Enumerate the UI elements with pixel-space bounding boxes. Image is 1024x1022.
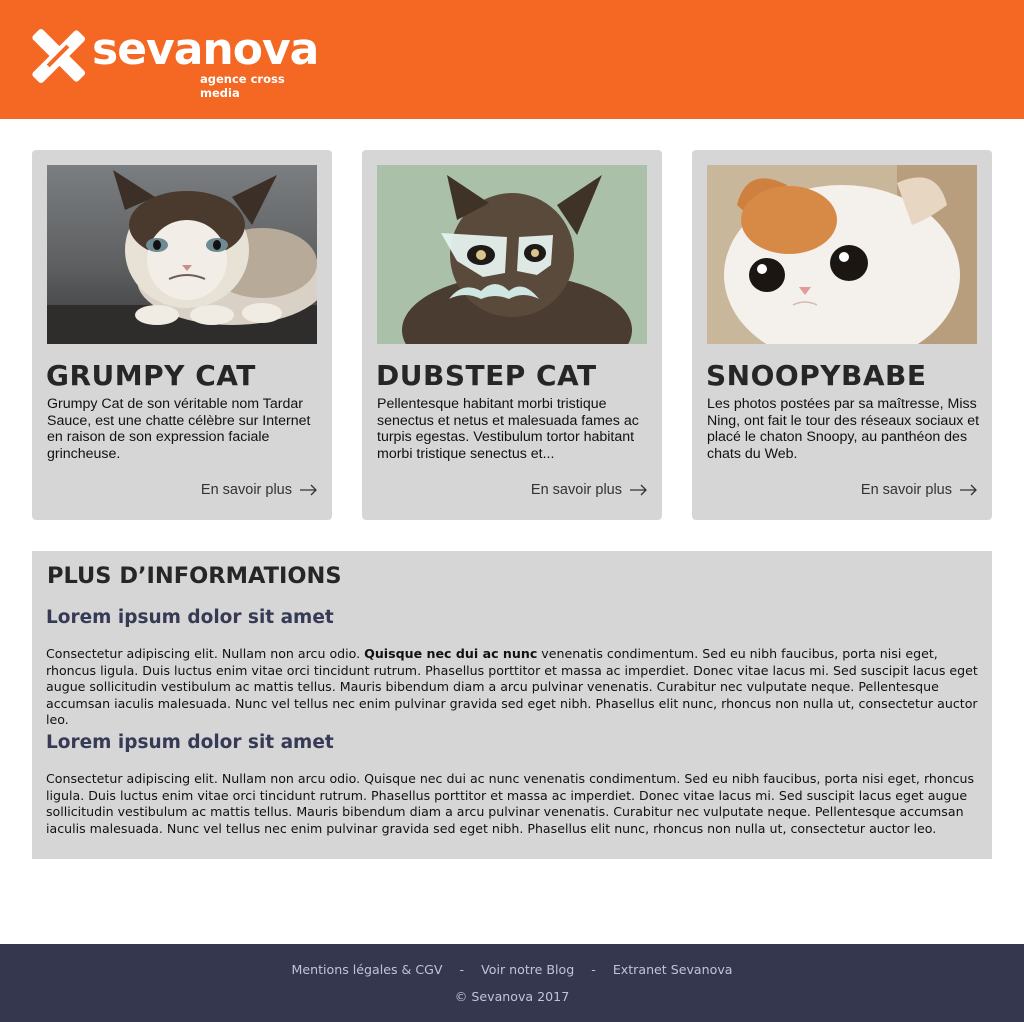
logo-x-icon xyxy=(32,28,86,84)
legal-link[interactable]: Mentions légales & CGV xyxy=(291,962,442,977)
section-subheading: Lorem ipsum dolor sit amet xyxy=(46,732,334,753)
footer-separator: - xyxy=(591,962,596,977)
dubstep-cat-photo xyxy=(377,165,647,344)
copyright: © Sevanova 2017 xyxy=(454,989,570,1004)
footer-links: Mentions légales & CGV - Voir notre Blog… xyxy=(0,961,1024,979)
section-paragraph: Consectetur adipiscing elit. Nullam non … xyxy=(46,771,975,836)
blog-link[interactable]: Voir notre Blog xyxy=(481,962,574,977)
site-header: sevanova agence cross media xyxy=(0,0,1024,119)
section-subheading: Lorem ipsum dolor sit amet xyxy=(46,607,334,628)
brand-name: sevanova xyxy=(92,24,319,75)
card-grumpy-cat: GRUMPY CAT Grumpy Cat de son véritable n… xyxy=(32,150,332,520)
card-text: Les photos postées par sa maîtresse, Mis… xyxy=(707,396,980,462)
footer-separator: - xyxy=(459,962,465,977)
snoopybabe-photo xyxy=(707,165,977,344)
site-footer: Mentions légales & CGV - Voir notre Blog… xyxy=(0,944,1024,1022)
read-more-label: En savoir plus xyxy=(530,482,622,498)
paragraph-text: Consectetur adipiscing elit. Nullam non … xyxy=(46,646,365,661)
arrow-right-icon xyxy=(630,484,647,496)
section-title: PLUS D’INFORMATIONS xyxy=(47,563,342,589)
read-more-link[interactable]: En savoir plus xyxy=(201,480,318,500)
read-more-link[interactable]: En savoir plus xyxy=(861,480,978,500)
read-more-label: En savoir plus xyxy=(860,482,952,498)
card-text: Grumpy Cat de son véritable nom Tardar S… xyxy=(47,396,311,462)
card-dubstep-cat: DUBSTEP CAT Pellentesque habitant morbi … xyxy=(362,150,662,520)
brand-logo[interactable]: sevanova agence cross media xyxy=(30,24,320,100)
more-info-section: PLUS D’INFORMATIONS Lorem ipsum dolor si… xyxy=(32,551,992,859)
extranet-link[interactable]: Extranet Sevanova xyxy=(613,962,733,977)
section-paragraph: Consectetur adipiscing elit. Nullam non … xyxy=(46,646,981,729)
brand-tagline: agence cross media xyxy=(200,72,285,100)
arrow-right-icon xyxy=(300,484,317,496)
grumpy-cat-photo xyxy=(47,165,317,344)
card-snoopybabe: SNOOPYBABE Les photos postées par sa maî… xyxy=(692,150,992,520)
card-title: DUBSTEP CAT xyxy=(376,359,597,392)
card-title: GRUMPY CAT xyxy=(46,359,256,392)
arrow-right-icon xyxy=(960,484,977,496)
paragraph-bold-text: Quisque nec dui ac nunc xyxy=(364,646,538,661)
card-title: SNOOPYBABE xyxy=(706,359,927,392)
card-text: Pellentesque habitant morbi tristique se… xyxy=(377,396,639,462)
read-more-link[interactable]: En savoir plus xyxy=(531,480,648,500)
read-more-label: En savoir plus xyxy=(200,482,292,498)
